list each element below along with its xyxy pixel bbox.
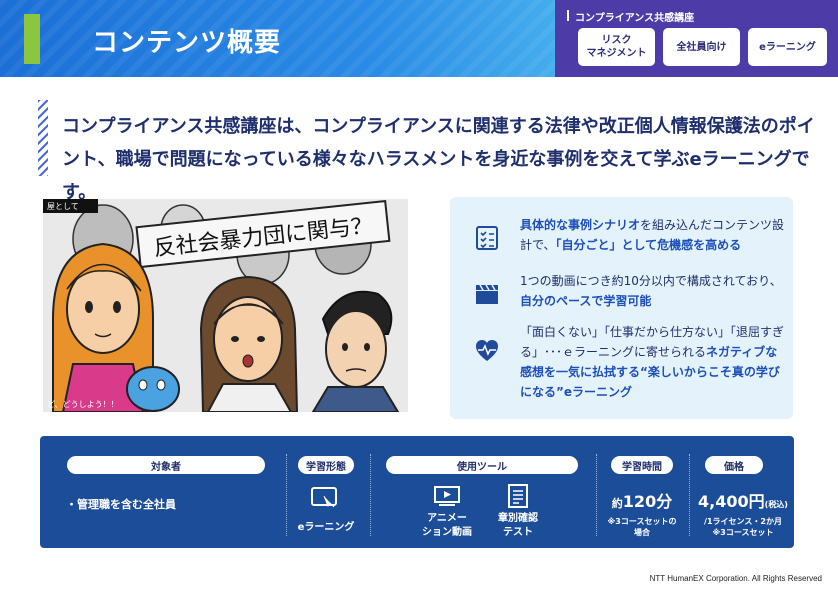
- course-tags-panel: コンプライアンス共感講座 リスク マネジメント 全社員向け eラーニング: [555, 0, 838, 77]
- tool-chapter-test: 章別確認 テスト: [498, 513, 538, 538]
- course-info-bar: 対象者 ・管理職を含む全社員 学習形態 eラーニング 使用ツール アニメー ショ…: [40, 436, 794, 548]
- tools-label: 使用ツール: [386, 456, 578, 474]
- feature-1-highlight-a: 具体的な事例シナリオ: [520, 218, 641, 232]
- illus-caption: ど、どうしよう！！: [47, 400, 119, 409]
- price-label: 価格: [705, 456, 763, 474]
- feature-2-highlight: 自分のペースで学習可能: [520, 294, 652, 308]
- lead-text: コンプライアンス共感講座は、コンプライアンスに関連する法律や改正個人情報保護法の…: [62, 110, 832, 209]
- features-panel: 具体的な事例シナリオを組み込んだコンテンツ設計で、「自分ごと」として危機感を高め…: [450, 197, 793, 419]
- feature-1-highlight-b: 「自分ごと」として危機感を高める: [555, 238, 742, 252]
- checklist-icon: [476, 226, 498, 250]
- info-separator-1: [286, 454, 287, 536]
- copyright-footer: NTT HumanEX Corporation. All Rights Rese…: [649, 574, 822, 583]
- heart-pulse-icon: [476, 340, 498, 361]
- tag-risk-management[interactable]: リスク マネジメント: [578, 28, 655, 66]
- feature-2-body: 1つの動画につき約10分以内で構成されており、: [520, 274, 782, 288]
- course-title: コンプライアンス共感講座: [566, 9, 694, 24]
- price-tax: (税込): [764, 500, 788, 509]
- time-prefix: 約: [611, 497, 623, 510]
- lead-decoration: [38, 100, 48, 176]
- tool-animation-video: アニメー ション動画: [422, 513, 472, 538]
- illustration-scene: 反社会暴力団に関与？ 屋として ど、どうしよう！！: [43, 199, 408, 412]
- header-accent-bar: [24, 14, 40, 64]
- time-display: 約120分: [602, 488, 682, 512]
- test-document-icon: [508, 484, 528, 508]
- format-label: 学習形態: [298, 456, 354, 474]
- format-value: eラーニング: [297, 522, 355, 533]
- lead-line-1: コンプライアンス共感講座は、コンプライアンスに関連する法律や改正個人情報保護法の…: [62, 116, 815, 137]
- time-value: 120分: [622, 492, 673, 511]
- page-title: コンテンツ概要: [92, 28, 282, 58]
- feature-text-3: 「面白くない」「仕事だから仕方ない」「退屈すぎる」･･･ｅラーニングに寄せられる…: [520, 322, 785, 402]
- price-display: 4,400円(税込): [695, 488, 791, 512]
- anime-illustration: 反社会暴力団に関与？ 屋として ど、どうしよう！！: [43, 199, 408, 412]
- price-value: 4,400円: [698, 492, 765, 511]
- target-label: 対象者: [67, 456, 265, 474]
- feature-text-2: 1つの動画につき約10分以内で構成されており、自分のペースで学習可能: [520, 271, 785, 311]
- video-player-icon: [434, 486, 460, 506]
- clapperboard-icon: [476, 284, 498, 304]
- info-separator-2: [370, 454, 371, 536]
- price-note: /1ライセンス・2か月 ※3コースセット: [704, 517, 782, 537]
- time-note: ※3コースセットの 場合: [607, 517, 677, 537]
- tag-elearning[interactable]: eラーニング: [748, 28, 827, 66]
- info-separator-4: [689, 454, 690, 536]
- target-value: ・管理職を含む全社員: [66, 498, 176, 511]
- tag-all-employees[interactable]: 全社員向け: [663, 28, 740, 66]
- elearning-icon: [311, 487, 337, 508]
- time-label: 学習時間: [611, 456, 673, 474]
- feature-text-1: 具体的な事例シナリオを組み込んだコンテンツ設計で、「自分ごと」として危機感を高め…: [520, 215, 785, 255]
- info-separator-3: [596, 454, 597, 536]
- illus-corner-text: 屋として: [47, 202, 79, 211]
